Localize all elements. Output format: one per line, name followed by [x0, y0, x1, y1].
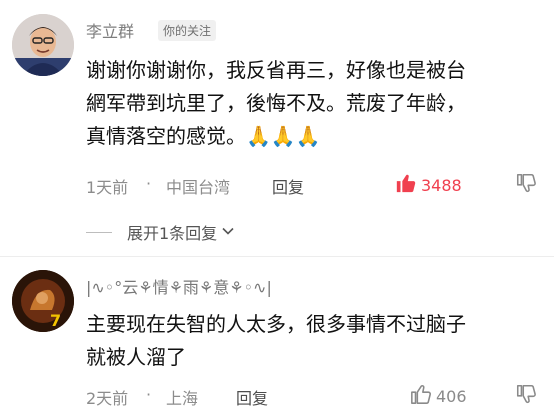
comment-time: 1天前	[86, 178, 129, 197]
like-count: 3488	[421, 175, 462, 195]
like-button[interactable]: 3488	[395, 172, 462, 198]
chevron-down-icon	[221, 223, 235, 242]
comment-text-line: 主要现在失智的人太多，很多事情不过脑子	[86, 312, 466, 336]
comment-author[interactable]: 李立群	[86, 18, 134, 42]
expand-replies-button[interactable]: 展开1条回复	[127, 220, 235, 244]
dislike-button[interactable]	[515, 172, 537, 198]
expand-replies-label: 展开1条回复	[127, 224, 218, 243]
like-button[interactable]: 406	[410, 383, 467, 409]
meta-separator: ·	[146, 385, 152, 404]
expand-divider-line	[86, 232, 112, 233]
comment-location: 中国台湾	[166, 178, 231, 197]
avatar[interactable]: 7	[12, 270, 74, 332]
comment-text-line: 真情落空的感觉。🙏🙏🙏	[86, 124, 321, 148]
meta-separator: ·	[146, 174, 152, 193]
comment-text-line: 網军帶到坑里了，後悔不及。荒废了年龄，	[86, 91, 466, 115]
comment-location: 上海	[166, 389, 199, 408]
reply-button[interactable]: 回复	[236, 385, 268, 409]
svg-text:7: 7	[50, 311, 61, 330]
comment-author[interactable]: |∿◦°云⚘情⚘雨⚘意⚘◦∿|	[86, 274, 272, 298]
avatar[interactable]	[12, 14, 74, 76]
dislike-button[interactable]	[515, 383, 537, 409]
thumbs-down-icon	[515, 173, 537, 198]
thumbs-up-icon	[410, 383, 432, 409]
comment-divider	[0, 256, 554, 257]
thumbs-down-icon	[515, 384, 537, 409]
comment-text-line: 就被人溜了	[86, 345, 186, 369]
thumbs-up-filled-icon	[395, 172, 417, 198]
following-badge: 你的关注	[158, 20, 217, 41]
comment-time: 2天前	[86, 389, 129, 408]
comment-text-line: 谢谢你谢谢你，我反省再三，好像也是被台	[86, 58, 466, 82]
reply-button[interactable]: 回复	[272, 174, 304, 198]
like-count: 406	[436, 386, 467, 406]
